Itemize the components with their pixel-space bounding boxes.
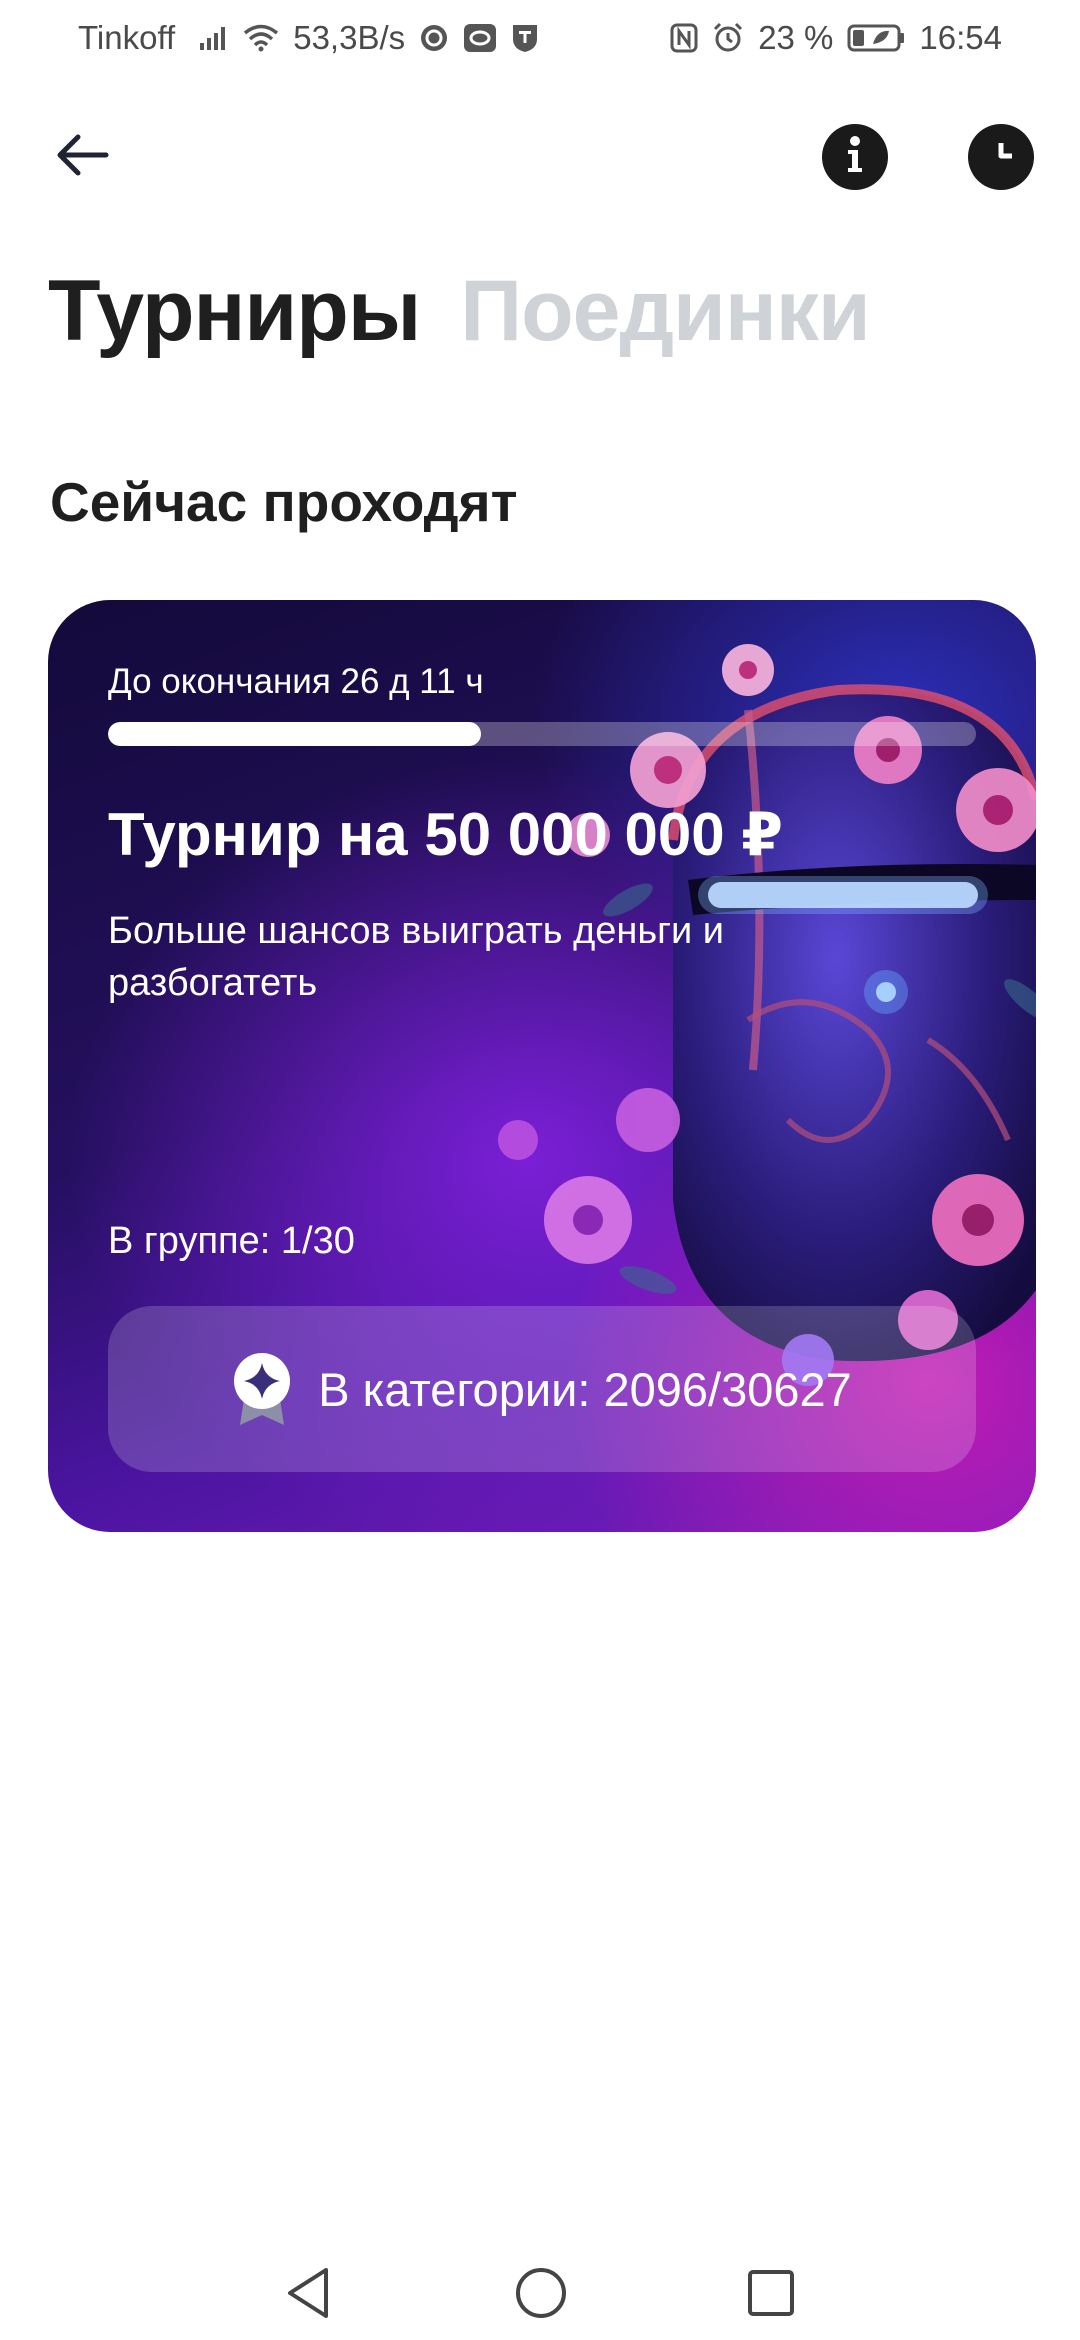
top-nav: [0, 110, 1080, 200]
battery-percent: 23 %: [758, 19, 834, 56]
back-button[interactable]: [52, 130, 112, 180]
tab-duels[interactable]: Поединки: [460, 268, 870, 354]
clock-icon: [983, 137, 1019, 178]
category-rank-box[interactable]: В категории: 2096/30627: [108, 1306, 976, 1472]
tournament-card[interactable]: До окончания 26 д 11 ч Турнир на 50 000 …: [48, 600, 1036, 1532]
alarm-icon: [712, 22, 744, 54]
group-rank: В группе: 1/30: [108, 1220, 355, 1262]
time-progress-bar: [108, 722, 976, 746]
network-speed: 53,3B/s: [293, 19, 406, 56]
info-icon: [840, 135, 870, 180]
system-recents-button[interactable]: [736, 2260, 806, 2330]
tournament-title: Турнир на 50 000 000 ₽: [108, 801, 784, 868]
tournament-subtitle: Больше шансов выиграть деньги и разбогат…: [108, 910, 725, 1004]
info-button[interactable]: [822, 124, 888, 190]
signal-icon: [199, 25, 229, 51]
clock-time: 16:54: [919, 19, 1002, 56]
notification-app-icon: [463, 23, 497, 53]
system-back-button[interactable]: [274, 2260, 344, 2330]
history-button[interactable]: [968, 124, 1034, 190]
time-remaining: До окончания 26 д 11 ч: [108, 662, 484, 701]
status-bar: Tinkoff 53,3B/s 23 % 16:54: [0, 0, 1080, 76]
tab-tournaments[interactable]: Турниры: [48, 268, 421, 354]
nfc-icon: [670, 23, 698, 53]
carrier-name: Tinkoff: [78, 19, 176, 56]
time-progress-fill: [108, 722, 482, 746]
square-recents-icon: [746, 2268, 796, 2323]
battery-icon: [847, 24, 905, 52]
status-bar-left: Tinkoff 53,3B/s: [78, 19, 539, 57]
system-nav-bar: [0, 2250, 1080, 2340]
arrow-left-icon: [52, 134, 112, 184]
timer-app-icon: [419, 23, 449, 53]
screen: Tinkoff 53,3B/s 23 % 16:54 Турниры Поеди…: [0, 0, 1080, 2340]
section-title: Сейчас проходят: [50, 471, 518, 533]
circle-home-icon: [514, 2266, 568, 2325]
category-rank: В категории: 2096/30627: [318, 1362, 852, 1416]
triangle-back-icon: [284, 2266, 334, 2325]
bank-app-icon: [511, 23, 539, 53]
system-home-button[interactable]: [506, 2260, 576, 2330]
status-bar-right: 23 % 16:54: [670, 19, 1002, 57]
tabs: Турниры Поединки: [48, 268, 871, 354]
wifi-icon: [243, 24, 279, 52]
medal-icon: [232, 1351, 292, 1427]
